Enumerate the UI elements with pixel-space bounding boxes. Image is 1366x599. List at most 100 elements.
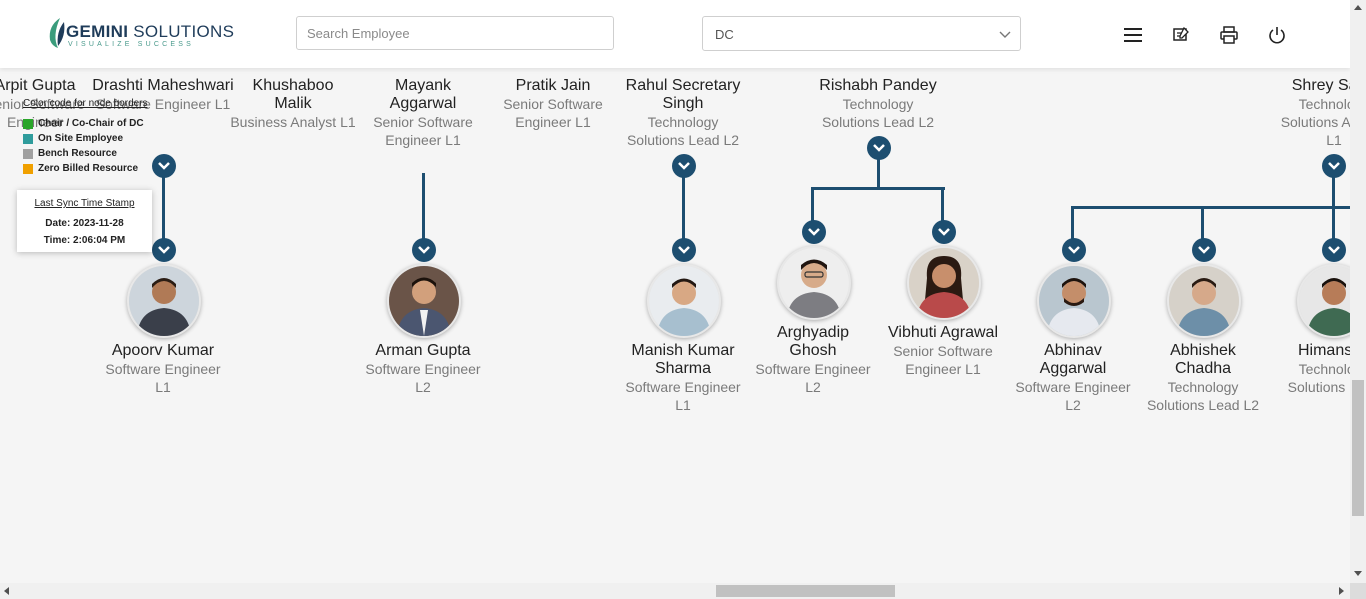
- scroll-up-icon[interactable]: [1354, 5, 1362, 10]
- company-logo[interactable]: GEMINI SOLUTIONS VISUALIZE SUCCESS: [46, 16, 234, 52]
- collapse-toggle[interactable]: [867, 136, 891, 160]
- legend-item: Bench Resource: [23, 146, 151, 161]
- sync-timestamp-card: Last Sync Time Stamp Date: 2023-11-28 Ti…: [17, 190, 152, 252]
- sync-date: Date: 2023-11-28: [45, 218, 124, 229]
- node-role: Technology Solutions Analyst L1: [1280, 96, 1350, 148]
- collapse-toggle[interactable]: [1062, 238, 1086, 262]
- scroll-left-icon[interactable]: [4, 587, 9, 595]
- collapse-toggle[interactable]: [672, 154, 696, 178]
- node-manish-kumar-sharma[interactable]: Manish Kumar Sharma Software Engineer L1: [608, 342, 758, 414]
- node-khushaboo-malik[interactable]: Khushaboo Malik Business Analyst L1: [218, 77, 368, 131]
- department-select-value: DC: [715, 27, 734, 42]
- avatar[interactable]: [127, 264, 201, 338]
- horizontal-scroll-thumb[interactable]: [716, 585, 895, 597]
- node-role: Software Engineer L1: [625, 379, 741, 413]
- person-photo-icon: [389, 266, 459, 336]
- horizontal-scrollbar[interactable]: [0, 583, 1350, 599]
- top-header: GEMINI SOLUTIONS VISUALIZE SUCCESS DC: [0, 0, 1350, 68]
- collapse-toggle[interactable]: [672, 238, 696, 262]
- collapse-toggle[interactable]: [152, 238, 176, 262]
- person-photo-icon: [1169, 266, 1239, 336]
- node-abhinav-aggarwal[interactable]: Abhinav Aggarwal Software Engineer L2: [998, 342, 1148, 414]
- print-icon[interactable]: [1218, 24, 1240, 46]
- person-photo-icon: [1299, 266, 1350, 336]
- legend-swatch: [23, 133, 33, 144]
- node-vibhuti-agrawal[interactable]: Vibhuti Agrawal Senior Software Engineer…: [868, 324, 1018, 378]
- sync-time: Time: 2:06:04 PM: [43, 235, 126, 246]
- node-arman-gupta[interactable]: Arman Gupta Software Engineer L2: [348, 342, 498, 396]
- node-shrey-saraf[interactable]: Shrey Saraf Technology Solutions Analyst…: [1259, 77, 1350, 149]
- node-role: Technology Solutions Lead L2: [821, 96, 935, 130]
- logo-text: GEMINI SOLUTIONS: [66, 22, 235, 41]
- chevron-down-icon: [1328, 162, 1340, 170]
- org-chart[interactable]: Arpit Gupta Senior Software Engineer Dra…: [0, 0, 1350, 583]
- scrollbar-corner: [1350, 583, 1366, 599]
- connector-line: [1071, 206, 1350, 209]
- node-mayank-aggarwal[interactable]: Mayank Aggarwal Senior Software Engineer…: [348, 77, 498, 149]
- collapse-toggle[interactable]: [1192, 238, 1216, 262]
- collapse-toggle[interactable]: [802, 220, 826, 244]
- node-rishabh-pandey[interactable]: Rishabh Pandey Technology Solutions Lead…: [803, 77, 953, 131]
- menu-icon[interactable]: [1122, 24, 1144, 46]
- node-abhishek-chadha[interactable]: Abhishek Chadha Technology Solutions Lea…: [1128, 342, 1278, 414]
- avatar[interactable]: [1297, 264, 1350, 338]
- collapse-toggle[interactable]: [152, 154, 176, 178]
- node-role: Technology Solutions Lead L2: [1146, 379, 1260, 413]
- node-name: Rahul Secretary Singh: [625, 77, 741, 112]
- avatar[interactable]: [907, 246, 981, 320]
- connector-line: [811, 187, 945, 190]
- collapse-toggle[interactable]: [412, 238, 436, 262]
- legend-label: On Site Employee: [38, 133, 124, 144]
- node-name: Khushaboo Malik: [252, 77, 334, 112]
- legend-swatch: [23, 163, 33, 174]
- node-name: Rishabh Pandey: [819, 77, 937, 94]
- chevron-down-icon: [873, 144, 885, 152]
- person-photo-icon: [649, 266, 719, 336]
- sync-title: Last Sync Time Stamp: [34, 198, 135, 209]
- legend-title: Color code for node borders: [23, 98, 148, 109]
- chevron-down-icon: [1198, 246, 1210, 254]
- avatar[interactable]: [647, 264, 721, 338]
- chevron-down-icon: [678, 162, 690, 170]
- avatar[interactable]: [1167, 264, 1241, 338]
- node-role: Software Engineer L2: [365, 361, 481, 395]
- node-name: Himanshu: [1297, 342, 1350, 359]
- node-role: Software Engineer L1: [105, 361, 221, 395]
- vertical-scroll-thumb[interactable]: [1352, 380, 1364, 516]
- node-role: Technology Solutions Lead: [1287, 361, 1350, 395]
- avatar[interactable]: [387, 264, 461, 338]
- node-name: Abhinav Aggarwal: [1039, 342, 1107, 377]
- node-role: Business Analyst L1: [230, 114, 356, 130]
- person-photo-icon: [779, 248, 849, 318]
- node-apoorv-kumar[interactable]: Apoorv Kumar Software Engineer L1: [88, 342, 238, 396]
- legend-swatch: [23, 148, 33, 159]
- power-icon[interactable]: [1266, 24, 1288, 46]
- node-name: Shrey Saraf: [1291, 77, 1350, 94]
- node-role: Senior Software Engineer L1: [373, 114, 473, 148]
- scroll-right-icon[interactable]: [1339, 587, 1344, 595]
- legend-label: Zero Billed Resource: [38, 163, 139, 174]
- leaf-logo-icon: [49, 18, 65, 48]
- node-name: Apoorv Kumar: [111, 342, 215, 359]
- node-name: Drashti Maheshwari: [92, 77, 234, 94]
- node-himanshu[interactable]: Himanshu Technology Solutions Lead: [1259, 342, 1350, 396]
- collapse-toggle[interactable]: [932, 220, 956, 244]
- legend-item: Zero Billed Resource: [23, 161, 151, 176]
- node-name: Arghyadip Ghosh: [776, 324, 850, 359]
- person-photo-icon: [909, 248, 979, 318]
- chevron-down-icon: [999, 31, 1011, 38]
- search-employee-input[interactable]: [296, 16, 614, 50]
- node-role: Senior Software Engineer L1: [503, 96, 603, 130]
- node-pratik-jain[interactable]: Pratik Jain Senior Software Engineer L1: [478, 77, 628, 131]
- collapse-toggle[interactable]: [1322, 154, 1346, 178]
- department-select[interactable]: DC: [702, 16, 1021, 51]
- feedback-icon[interactable]: [1170, 24, 1192, 46]
- node-rahul-secretary-singh[interactable]: Rahul Secretary Singh Technology Solutio…: [608, 77, 758, 149]
- vertical-scrollbar[interactable]: [1350, 0, 1366, 583]
- scroll-down-icon[interactable]: [1354, 571, 1362, 576]
- chevron-down-icon: [418, 246, 430, 254]
- node-arghyadip-ghosh[interactable]: Arghyadip Ghosh Software Engineer L2: [738, 324, 888, 396]
- collapse-toggle[interactable]: [1322, 238, 1346, 262]
- avatar[interactable]: [777, 246, 851, 320]
- avatar[interactable]: [1037, 264, 1111, 338]
